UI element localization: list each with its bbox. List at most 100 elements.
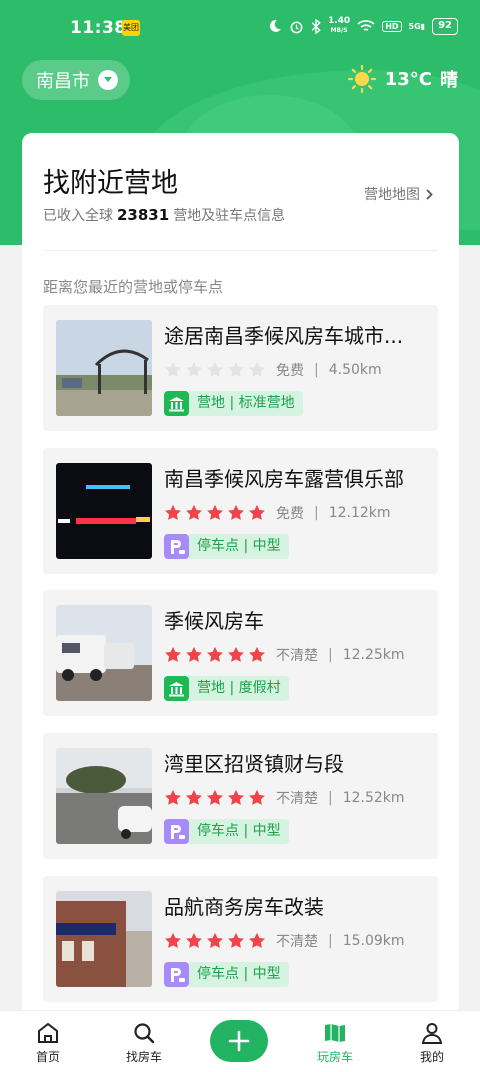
meituan-badge-icon: 美团 — [122, 20, 140, 36]
nav-home[interactable]: 首页 — [18, 1019, 78, 1065]
camp-building-icon — [164, 676, 189, 701]
card-title: 找附近营地 — [43, 168, 178, 199]
nearby-camps-card: 找附近营地 已收入全球 23831 营地及驻车点信息 营地地图 距离您最近的营地或停… — [22, 133, 459, 1072]
city-selector[interactable]: 南昌市 — [22, 60, 130, 100]
card-subtitle: 已收入全球 23831 营地及驻车点信息 — [43, 206, 286, 224]
star-rating — [164, 646, 266, 664]
place-price: 不清楚 — [276, 934, 318, 950]
place-name: 湾里区招贤镇财与段 — [164, 752, 344, 776]
star-icon — [249, 646, 265, 662]
parking-icon — [164, 819, 189, 844]
list-item[interactable]: 南昌季候风房车露营俱乐部 免费 | 12.12km 停车点 | 中型 — [43, 448, 438, 574]
place-price: 免费 — [276, 363, 304, 379]
temperature: 13°C — [384, 68, 432, 90]
star-icon — [207, 504, 223, 520]
map-icon — [325, 1024, 345, 1042]
status-time: 11:38 — [70, 18, 127, 38]
nav-home-label: 首页 — [35, 1050, 60, 1064]
parking-icon — [164, 962, 189, 987]
star-icon — [228, 504, 244, 520]
place-meta: 免费 | 4.50km — [164, 360, 382, 380]
nav-play-rv[interactable]: 玩房车 — [305, 1019, 365, 1065]
chevron-right-icon — [426, 188, 433, 200]
place-thumbnail — [56, 891, 152, 987]
star-rating — [164, 504, 266, 522]
nav-mine-label: 我的 — [419, 1050, 444, 1064]
star-icon — [249, 789, 265, 805]
place-tag: 停车点 | 中型 — [164, 534, 289, 559]
place-tag: 停车点 | 中型 — [164, 962, 289, 987]
star-icon — [165, 646, 181, 662]
list-item[interactable]: 湾里区招贤镇财与段 不清楚 | 12.52km 停车点 | 中型 — [43, 733, 438, 859]
bottom-nav: 首页 找房车 玩房车 我的 — [0, 1010, 480, 1072]
list-item[interactable]: 品航商务房车改装 不清楚 | 15.09km 停车点 | 中型 — [43, 876, 438, 1002]
weather-condition: 晴 — [440, 70, 458, 91]
place-distance: 4.50km — [328, 362, 382, 378]
chevron-down-icon — [98, 70, 118, 90]
nav-find-rv[interactable]: 找房车 — [114, 1019, 174, 1065]
nav-mine[interactable]: 我的 — [402, 1019, 462, 1065]
user-icon — [421, 1023, 443, 1044]
place-name: 季候风房车 — [164, 609, 264, 633]
place-distance: 12.25km — [342, 647, 405, 663]
alarm-icon — [290, 21, 303, 33]
place-meta: 免费 | 12.12km — [164, 503, 391, 523]
camp-building-icon — [164, 391, 189, 416]
home-icon — [38, 1022, 58, 1043]
search-icon — [134, 1023, 155, 1044]
star-icon — [207, 646, 223, 662]
star-icon — [165, 789, 181, 805]
divider — [43, 250, 438, 251]
place-price: 不清楚 — [276, 791, 318, 807]
place-thumbnail — [56, 605, 152, 701]
hd-icon: HD — [382, 20, 402, 32]
star-icon — [249, 504, 265, 520]
star-icon — [228, 646, 244, 662]
moon-icon — [269, 19, 281, 32]
place-tag: 营地 | 度假村 — [164, 676, 289, 701]
place-thumbnail — [56, 463, 152, 559]
nav-find-label: 找房车 — [125, 1050, 162, 1064]
star-icon — [165, 932, 181, 948]
nav-play-label: 玩房车 — [316, 1050, 353, 1064]
star-icon — [165, 504, 181, 520]
place-price: 免费 — [276, 506, 304, 522]
city-label: 南昌市 — [36, 71, 90, 92]
place-price: 不清楚 — [276, 648, 318, 664]
place-tag: 停车点 | 中型 — [164, 819, 289, 844]
star-icon — [207, 932, 223, 948]
place-tag: 营地 | 标准营地 — [164, 391, 303, 416]
battery-icon: 92 — [432, 17, 458, 35]
place-meta: 不清楚 | 12.52km — [164, 788, 405, 808]
star-rating — [164, 361, 266, 379]
star-icon — [186, 932, 202, 948]
place-name: 品航商务房车改装 — [164, 895, 324, 919]
star-icon — [186, 646, 202, 662]
place-thumbnail — [56, 320, 152, 416]
star-icon — [207, 789, 223, 805]
place-thumbnail — [56, 748, 152, 844]
add-button[interactable] — [210, 1020, 268, 1062]
place-meta: 不清楚 | 15.09km — [164, 931, 405, 951]
star-icon — [207, 361, 223, 377]
bluetooth-icon — [311, 18, 321, 34]
plus-icon — [228, 1030, 250, 1052]
section-label: 距离您最近的营地或停车点 — [43, 278, 224, 296]
signal-icon: 5G▮ — [408, 21, 426, 31]
star-icon — [186, 789, 202, 805]
star-icon — [186, 504, 202, 520]
sun-icon — [347, 64, 376, 94]
place-name: 途居南昌季候风房车城市... — [164, 324, 404, 348]
place-distance: 12.52km — [342, 790, 405, 806]
status-bar: 11:38 美团 1.40 MB/S HD 5G▮ 92 — [0, 0, 480, 56]
star-icon — [228, 932, 244, 948]
list-item[interactable]: 季候风房车 不清楚 | 12.25km 营地 | 度假村 — [43, 590, 438, 716]
weather-widget: 13°C 晴 — [347, 64, 458, 94]
camp-count: 23831 — [117, 206, 170, 224]
parking-icon — [164, 534, 189, 559]
camp-map-link[interactable]: 营地地图 — [364, 184, 433, 204]
star-icon — [186, 361, 202, 377]
network-speed: 1.40 MB/S — [327, 16, 351, 35]
list-item[interactable]: 途居南昌季候风房车城市... 免费 | 4.50km 营地 | 标准营地 — [43, 305, 438, 431]
star-rating — [164, 932, 266, 950]
